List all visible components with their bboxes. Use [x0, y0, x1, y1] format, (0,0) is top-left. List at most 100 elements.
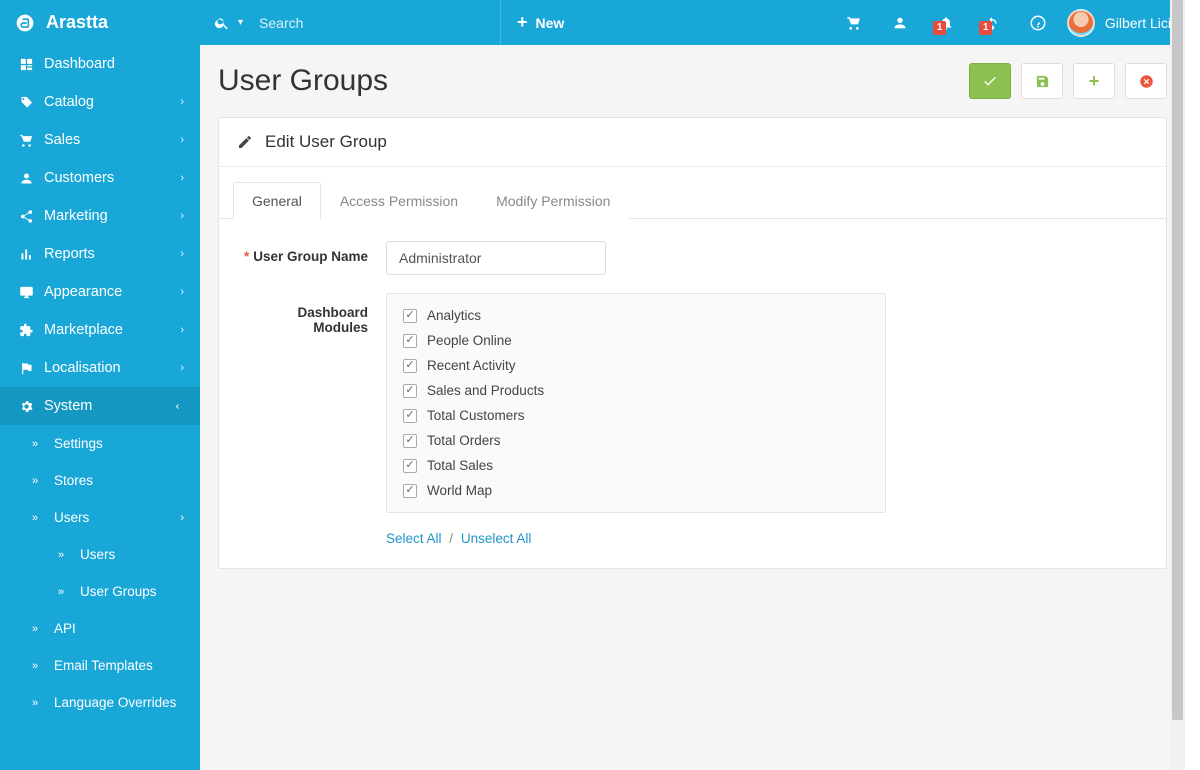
label-modules: Dashboard Modules: [241, 293, 386, 513]
brand[interactable]: Arastta: [0, 0, 200, 45]
check-icon: [982, 73, 998, 89]
chevron-right-icon: ›: [180, 362, 184, 374]
user-icon-button[interactable]: [877, 15, 923, 31]
notifications-badge: 1: [933, 21, 947, 35]
checkbox[interactable]: [403, 334, 417, 348]
tabs: GeneralAccess PermissionModify Permissio…: [219, 167, 1166, 219]
double-chevron-icon: »: [58, 586, 74, 598]
new-label: New: [536, 15, 565, 31]
sidebar-subsubitem-user-groups[interactable]: »User Groups: [0, 573, 200, 610]
floppy-icon: [1035, 74, 1050, 89]
page-header: User Groups +: [218, 63, 1167, 99]
cart-icon-button[interactable]: [831, 15, 877, 31]
save-button[interactable]: [969, 63, 1011, 99]
brand-logo-icon: [14, 12, 36, 34]
sidebar-item-label: System: [44, 398, 92, 414]
sync-button[interactable]: 1: [969, 15, 1015, 31]
sidebar-subitem-label: Email Templates: [54, 658, 153, 673]
sync-badge: 1: [979, 21, 993, 35]
double-chevron-icon: »: [32, 623, 48, 635]
sidebar-item-appearance[interactable]: Appearance›: [0, 273, 200, 311]
chevron-right-icon: ›: [180, 512, 184, 524]
chevron-right-icon: ›: [180, 134, 184, 146]
sidebar-subitem-language-overrides[interactable]: »Language Overrides: [0, 684, 200, 721]
checkbox[interactable]: [403, 434, 417, 448]
module-row-world-map: World Map: [403, 483, 869, 498]
sidebar-item-dashboard[interactable]: Dashboard: [0, 45, 200, 83]
panel: Edit User Group GeneralAccess Permission…: [218, 117, 1167, 569]
double-chevron-icon: »: [32, 512, 48, 524]
help-button[interactable]: [1015, 14, 1061, 32]
tab-modify-permission[interactable]: Modify Permission: [477, 182, 629, 219]
module-label: Recent Activity: [427, 358, 516, 373]
module-row-people-online: People Online: [403, 333, 869, 348]
puzzle-icon: [16, 323, 36, 338]
scrollbar-thumb[interactable]: [1172, 0, 1183, 720]
sidebar-item-sales[interactable]: Sales›: [0, 121, 200, 159]
checkbox[interactable]: [403, 384, 417, 398]
sidebar-item-catalog[interactable]: Catalog›: [0, 83, 200, 121]
module-label: Total Customers: [427, 408, 525, 423]
sidebar: Arastta DashboardCatalog›Sales›Customers…: [0, 0, 200, 770]
unselect-all-link[interactable]: Unselect All: [461, 531, 532, 546]
close-circle-icon: [1139, 74, 1154, 89]
chevron-right-icon: ›: [180, 210, 184, 222]
notifications-button[interactable]: 1: [923, 15, 969, 31]
search[interactable]: ▾: [200, 0, 500, 45]
add-button[interactable]: +: [1073, 63, 1115, 99]
plus-icon: +: [517, 12, 528, 33]
panel-header: Edit User Group: [219, 118, 1166, 167]
tab-general[interactable]: General: [233, 182, 321, 219]
checkbox[interactable]: [403, 459, 417, 473]
user-menu[interactable]: Gilbert Lici: [1061, 9, 1185, 37]
module-row-analytics: Analytics: [403, 308, 869, 323]
sidebar-subitem-label: Settings: [54, 436, 103, 451]
sidebar-item-label: Customers: [44, 170, 114, 186]
avatar: [1067, 9, 1095, 37]
sidebar-subitem-api[interactable]: »API: [0, 610, 200, 647]
sidebar-subsubitem-users[interactable]: »Users: [0, 536, 200, 573]
search-input[interactable]: [259, 15, 439, 31]
select-all-link[interactable]: Select All: [386, 531, 442, 546]
tab-access-permission[interactable]: Access Permission: [321, 182, 477, 219]
sidebar-item-reports[interactable]: Reports›: [0, 235, 200, 273]
form-general: *User Group Name Dashboard Modules Analy…: [219, 219, 1166, 568]
sidebar-item-marketplace[interactable]: Marketplace›: [0, 311, 200, 349]
sidebar-subitem-email-templates[interactable]: »Email Templates: [0, 647, 200, 684]
sidebar-subitem-stores[interactable]: »Stores: [0, 462, 200, 499]
sidebar-item-label: Dashboard: [44, 56, 115, 72]
dashboard-icon: [16, 57, 36, 72]
sidebar-subitem-settings[interactable]: » Settings: [0, 425, 200, 462]
sidebar-item-customers[interactable]: Customers›: [0, 159, 200, 197]
flag-icon: [16, 361, 36, 376]
sidebar-item-label: Appearance: [44, 284, 122, 300]
search-icon: [214, 15, 230, 31]
sidebar-item-label: Localisation: [44, 360, 121, 376]
double-chevron-icon: »: [32, 475, 48, 487]
cancel-button[interactable]: [1125, 63, 1167, 99]
save-as-button[interactable]: [1021, 63, 1063, 99]
sidebar-item-localisation[interactable]: Localisation ›: [0, 349, 200, 387]
topbar-right: 1 1 Gilbert Lici: [831, 0, 1185, 45]
sidebar-item-label: Reports: [44, 246, 95, 262]
checkbox[interactable]: [403, 309, 417, 323]
double-chevron-icon: »: [32, 438, 48, 450]
row-name: *User Group Name: [241, 241, 1144, 275]
sidebar-item-marketing[interactable]: Marketing›: [0, 197, 200, 235]
sidebar-item-label: Marketplace: [44, 322, 123, 338]
checkbox[interactable]: [403, 484, 417, 498]
tag-icon: [16, 95, 36, 110]
checkbox[interactable]: [403, 359, 417, 373]
cart-icon: [16, 133, 36, 148]
page-scrollbar[interactable]: [1170, 0, 1185, 770]
bars-icon: [16, 247, 36, 262]
brand-name: Arastta: [46, 12, 108, 33]
checkbox[interactable]: [403, 409, 417, 423]
new-button[interactable]: + New: [500, 0, 580, 45]
module-row-total-sales: Total Sales: [403, 458, 869, 473]
sidebar-subitem-users[interactable]: »Users›: [0, 499, 200, 536]
sidebar-item-system[interactable]: System⌄: [0, 387, 200, 425]
search-filter-caret-icon[interactable]: ▾: [238, 17, 243, 28]
sidebar-item-label: Catalog: [44, 94, 94, 110]
input-user-group-name[interactable]: [386, 241, 606, 275]
